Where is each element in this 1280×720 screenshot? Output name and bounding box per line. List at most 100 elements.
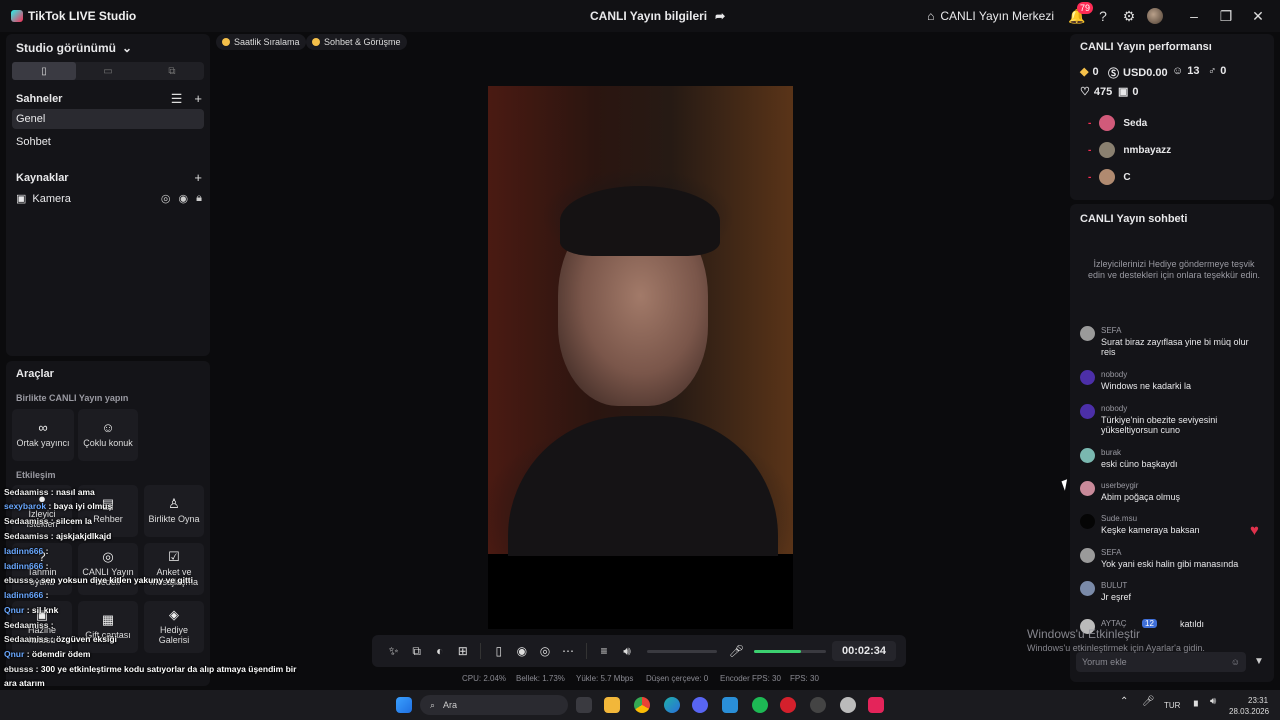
live-target-button[interactable]: ◎ CANLI Yayın hedefi: [78, 543, 138, 595]
close-button[interactable]: ✕: [1242, 8, 1274, 25]
add-scene-icon[interactable]: +: [194, 91, 202, 107]
settings-icon[interactable]: ◎: [161, 192, 171, 205]
mic-icon[interactable]: 🎤︎: [725, 644, 748, 658]
avatar: [1080, 326, 1095, 341]
overlay-chat-line: Qnur : sil knk: [4, 605, 58, 615]
chrome-icon[interactable]: [634, 697, 650, 713]
hourly-ranking-tag[interactable]: Saatlik Sıralama: [216, 34, 306, 50]
chat-message[interactable]: SEFA Surat biraz zayıflasa yine bi müq ol…: [1080, 326, 1268, 357]
top-gifter-row[interactable]: - nmbayazz: [1088, 142, 1171, 158]
file-explorer-icon[interactable]: [604, 697, 620, 713]
multi-guest-button[interactable]: ☺ Çoklu konuk: [78, 409, 138, 461]
filter-icon[interactable]: ⧉: [405, 644, 428, 659]
followers-icon: ♂: [1208, 65, 1217, 77]
language-indicator[interactable]: TUR: [1164, 701, 1180, 710]
app-icon[interactable]: [722, 697, 738, 713]
camera-switch-icon[interactable]: ◎: [533, 644, 556, 658]
avatar: [1080, 548, 1095, 563]
gift-gallery-button[interactable]: ◈ Hediye Galerisi: [144, 601, 204, 653]
source-item-camera[interactable]: ▣ Kamera ◎ ◉ 🔒︎: [16, 192, 202, 205]
mic-volume-slider[interactable]: [753, 649, 826, 653]
lock-icon[interactable]: 🔒︎: [196, 192, 202, 205]
task-view-icon[interactable]: [576, 697, 592, 713]
overlay-chat-line: ladinn666 :: [4, 561, 48, 571]
live-info-button[interactable]: CANLI Yayın bilgileri ➦: [590, 9, 725, 23]
maximize-button[interactable]: ❐: [1210, 8, 1242, 25]
live-center-button[interactable]: ⌂ CANLI Yayın Merkezi: [927, 9, 1054, 23]
divider: [585, 643, 587, 659]
diamonds-value: 0: [1092, 65, 1099, 78]
chat-message[interactable]: nobody Türkiye'nin obezite seviyesini yük…: [1080, 404, 1268, 435]
sliders-icon[interactable]: ≡: [592, 644, 615, 658]
top-gifter-row[interactable]: -C: [1088, 169, 1131, 185]
overlay-chat-text: : özgüven eksiği: [50, 634, 117, 644]
spotify-icon[interactable]: [752, 697, 768, 713]
tiktok-studio-taskbar-icon[interactable]: [868, 697, 884, 713]
play-together-button[interactable]: ♙ Birlikte Oyna: [144, 485, 204, 537]
discord-icon[interactable]: [692, 697, 708, 713]
avatar: [1080, 404, 1095, 419]
send-icon[interactable]: ▼: [1254, 656, 1264, 667]
clock-time[interactable]: 23:31: [1248, 696, 1268, 705]
mic-tray-icon[interactable]: 🎤︎: [1142, 696, 1155, 707]
clock-date[interactable]: 28.03.2026: [1229, 707, 1269, 716]
emoji-icon[interactable]: ☺: [1231, 657, 1240, 667]
volume-icon[interactable]: 🔊︎: [1210, 696, 1216, 707]
tool-label: Hediye Galerisi: [158, 624, 190, 645]
enhance-icon[interactable]: ◐: [428, 644, 451, 658]
more-icon[interactable]: ⋯: [556, 644, 579, 658]
dual-mode-button[interactable]: ⧉: [140, 62, 204, 80]
settings-button[interactable]: ⚙: [1116, 3, 1142, 29]
tray-chevron-icon[interactable]: ⌃: [1120, 696, 1128, 707]
cohost-button[interactable]: ∞ Ortak yayıncı: [12, 409, 74, 461]
add-source-icon[interactable]: +: [194, 170, 202, 185]
users-icon: ☺: [101, 419, 115, 435]
network-icon[interactable]: ▖: [1194, 696, 1202, 707]
eye-icon[interactable]: ◉: [179, 192, 189, 205]
profile-button[interactable]: [1142, 3, 1168, 29]
overlay-chat-line: Sedaamiss :: [4, 620, 54, 630]
chevron-down-icon: ⌄: [121, 41, 133, 55]
phone-icon[interactable]: ▯: [487, 644, 510, 658]
help-button[interactable]: ?: [1090, 3, 1116, 29]
minimize-button[interactable]: –: [1178, 8, 1210, 24]
scene-item-sohbet[interactable]: Sohbet: [12, 132, 204, 152]
overlay-chat-name: ladinn666: [4, 590, 44, 600]
portrait-mode-button[interactable]: ▯: [12, 62, 76, 80]
live-chat-title: CANLI Yayın sohbeti: [1080, 213, 1188, 225]
windows-start-icon[interactable]: [396, 697, 412, 713]
chat-message[interactable]: BULUT Jr eşref: [1080, 581, 1268, 611]
speaker-icon[interactable]: 🔊︎: [616, 644, 639, 659]
opera-icon[interactable]: [780, 697, 796, 713]
landscape-mode-button[interactable]: ▭: [76, 62, 140, 80]
settings-app-icon[interactable]: [840, 697, 856, 713]
add-media-icon[interactable]: ⊞: [451, 644, 474, 658]
top-gifter-row[interactable]: - Seda: [1088, 115, 1147, 131]
record-icon[interactable]: ◉: [510, 644, 533, 658]
chat-message[interactable]: userbeygir Abim poğaça olmuş: [1080, 481, 1268, 511]
chat-call-tag[interactable]: Sohbet & Görüşme: [306, 34, 407, 50]
speaker-volume-slider[interactable]: [646, 649, 717, 653]
taskbar-search[interactable]: ⌕ Ara: [420, 695, 568, 715]
overlay-chat-name: Sedaamiss: [4, 516, 49, 526]
effects-icon[interactable]: ✨︎: [382, 644, 405, 659]
edge-icon[interactable]: [664, 697, 680, 713]
gift-bag-button[interactable]: ▦ Gift çantası: [78, 601, 138, 653]
poll-button[interactable]: ☑ Anket ve mesajlaşma: [144, 543, 204, 595]
studio-view-dropdown[interactable]: Studio görünümü ⌄: [16, 41, 132, 55]
overlay-chat-line: ebusss : 300 ye etkinleştirme kodu satıy…: [4, 664, 296, 674]
windows-taskbar: [0, 690, 1280, 720]
comment-input[interactable]: Yorum ekle ☺: [1076, 652, 1246, 672]
chat-message[interactable]: nobody Windows ne kadarki la: [1080, 370, 1268, 400]
overlay-chat-line: sexybarok : baya iyi olmuş: [4, 501, 112, 511]
chat-message[interactable]: SEFA Yok yani eski halin gibi manasında: [1080, 548, 1268, 578]
viewers-value: 13: [1187, 65, 1200, 77]
chat-message[interactable]: Sude.msu Keşke kameraya baksan: [1080, 514, 1268, 544]
overlay-chat-line: ebusss : sen yoksun diye kitlen yakuny v…: [4, 575, 193, 585]
notifications-button[interactable]: 🔔 79: [1064, 2, 1094, 29]
list-icon[interactable]: ☰: [171, 91, 183, 107]
scene-item-genel[interactable]: Genel: [12, 109, 204, 129]
obs-icon[interactable]: [810, 697, 826, 713]
live-center-label: CANLI Yayın Merkezi: [940, 9, 1054, 23]
chat-message[interactable]: burak eski cüno başkaydı: [1080, 448, 1268, 478]
